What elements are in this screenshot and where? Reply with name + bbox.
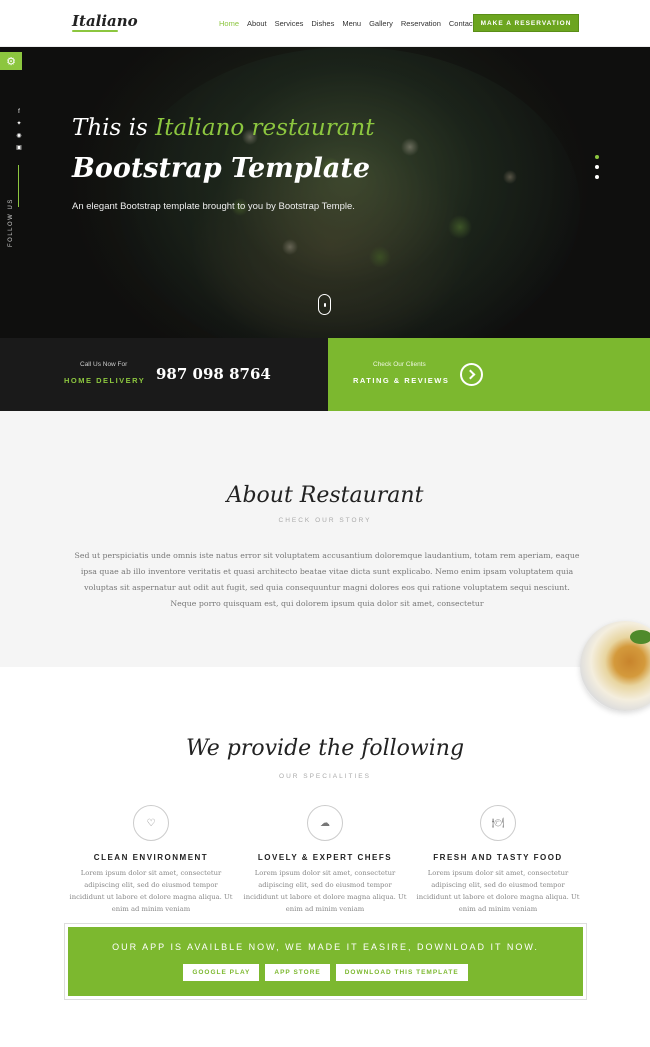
feature-text: Lorem ipsum dolor sit amet, consectetur …: [69, 869, 233, 913]
feature-fresh-food: 🍽 FRESH AND TASTY FOOD Lorem ipsum dolor…: [413, 805, 583, 915]
feature-title: FRESH AND TASTY FOOD: [433, 853, 563, 862]
logo-underline: [72, 30, 118, 32]
specialities-subtitle: OUR SPECIALITIES: [279, 773, 371, 780]
main-nav: Home About Services Dishes Menu Gallery …: [219, 19, 475, 28]
clients-label: Check Our Clients: [373, 361, 426, 368]
rating-reviews-label: RATING & REVIEWS: [353, 376, 450, 385]
hero-subtitle: An elegant Bootstrap template brought to…: [72, 201, 355, 212]
feature-expert-chefs: ☁ LOVELY & EXPERT CHEFS Lorem ipsum dolo…: [240, 805, 410, 915]
hero-title-line1: This is Italiano restaurant: [72, 115, 375, 141]
nav-services[interactable]: Services: [275, 19, 304, 28]
hero-title-line2: Bootstrap Template: [72, 153, 371, 184]
follow-divider: [18, 165, 19, 207]
nav-gallery[interactable]: Gallery: [369, 19, 393, 28]
slider-pagination: [595, 155, 599, 179]
logo[interactable]: Italiano: [72, 12, 138, 30]
arrow-right-icon[interactable]: [460, 363, 483, 386]
pinterest-icon[interactable]: ◉: [16, 132, 21, 139]
slider-dot[interactable]: [595, 175, 599, 179]
social-links: f ✦ ◉ ▣: [14, 109, 24, 151]
app-banner-text: OUR APP IS AVAILBLE NOW, WE MADE IT EASI…: [112, 942, 539, 952]
follow-us-label: FOLLOW US: [8, 198, 14, 247]
nav-contact[interactable]: Contact: [449, 19, 475, 28]
nav-home[interactable]: Home: [219, 19, 239, 28]
site-header: Italiano Home About Services Dishes Menu…: [0, 0, 650, 47]
feature-clean-environment: ♡ CLEAN ENVIRONMENT Lorem ipsum dolor si…: [66, 805, 236, 915]
chef-hat-icon: ☁: [307, 805, 343, 841]
nav-menu[interactable]: Menu: [342, 19, 361, 28]
google-play-button[interactable]: GOOGLE PLAY: [183, 964, 260, 981]
hero-title-highlight: Italiano restaurant: [155, 115, 375, 141]
scroll-mouse-icon[interactable]: [318, 294, 331, 315]
download-template-button[interactable]: DOWNLOAD THIS TEMPLATE: [335, 964, 468, 981]
dish-garnish: [630, 630, 650, 644]
home-delivery-panel: Call Us Now For HOME DELIVERY 987 098 87…: [0, 338, 328, 411]
app-store-button[interactable]: APP STORE: [265, 964, 330, 981]
about-title: About Restaurant: [226, 483, 424, 508]
nav-reservation[interactable]: Reservation: [401, 19, 441, 28]
hero-section: ⚙ f ✦ ◉ ▣ FOLLOW US This is Italiano res…: [0, 47, 650, 338]
feature-text: Lorem ipsum dolor sit amet, consectetur …: [243, 869, 407, 913]
nav-about[interactable]: About: [247, 19, 267, 28]
settings-gear-icon[interactable]: ⚙: [0, 52, 22, 70]
make-reservation-button[interactable]: MAKE A RESERVATION: [473, 14, 579, 32]
facebook-icon[interactable]: f: [18, 109, 20, 115]
instagram-icon[interactable]: ▣: [16, 144, 22, 151]
slider-dot[interactable]: [595, 155, 599, 159]
feature-text: Lorem ipsum dolor sit amet, consectetur …: [416, 869, 580, 913]
home-delivery-label: HOME DELIVERY: [64, 376, 146, 385]
hero-title-prefix: This is: [72, 115, 156, 141]
app-download-banner: OUR APP IS AVAILBLE NOW, WE MADE IT EASI…: [65, 924, 586, 999]
twitter-icon[interactable]: ✦: [16, 120, 21, 127]
heart-icon: ♡: [133, 805, 169, 841]
feature-title: CLEAN ENVIRONMENT: [93, 853, 209, 862]
about-section: About Restaurant CHECK OUR STORY Sed ut …: [0, 411, 650, 667]
app-buttons: GOOGLE PLAY APP STORE DOWNLOAD THIS TEMP…: [68, 964, 583, 981]
about-subtitle: CHECK OUR STORY: [278, 517, 372, 524]
cutlery-icon: 🍽: [480, 805, 516, 841]
feature-title: LOVELY & EXPERT CHEFS: [257, 853, 393, 862]
phone-number[interactable]: 987 098 8764: [156, 365, 271, 383]
about-body: Sed ut perspiciatis unde omnis iste natu…: [74, 551, 580, 608]
call-label: Call Us Now For: [80, 361, 128, 368]
nav-dishes[interactable]: Dishes: [311, 19, 334, 28]
specialities-title: We provide the following: [185, 736, 465, 761]
slider-dot[interactable]: [595, 165, 599, 169]
reviews-panel[interactable]: Check Our Clients RATING & REVIEWS: [328, 338, 650, 411]
